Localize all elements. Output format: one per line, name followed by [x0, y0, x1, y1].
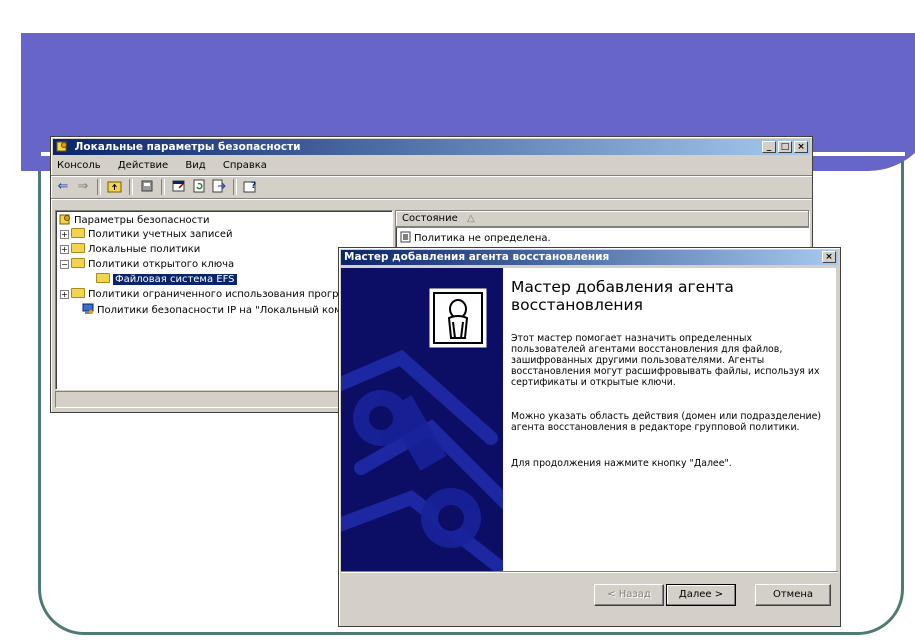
details-row[interactable]: Политика не определена.: [400, 231, 551, 245]
wizard-button-bar: < Назад Далее > Отмена: [341, 571, 838, 612]
tree-item-account-policies[interactable]: + Политики учетных записей: [60, 228, 233, 242]
column-header-status[interactable]: Состояние △: [396, 211, 809, 228]
help-icon[interactable]: ?: [243, 179, 259, 195]
toolbar-separator: [161, 179, 165, 195]
tree-item-local-policies[interactable]: + Локальные политики: [60, 243, 200, 257]
tree-item-ip-security[interactable]: Политики безопасности IP на "Локальный к…: [82, 303, 354, 317]
forward-arrow-icon[interactable]: ⇒: [75, 179, 91, 195]
tree-item-public-key-policies[interactable]: − Политики открытого ключа: [60, 258, 234, 272]
menu-action[interactable]: Действие: [116, 160, 170, 171]
agent-person-icon: [447, 299, 469, 339]
wizard-close-button[interactable]: ×: [822, 251, 836, 263]
folder-icon: [71, 288, 85, 298]
lock-folder-icon: [71, 243, 85, 253]
tree-root-label: Параметры безопасности: [74, 215, 210, 226]
toolbar: ⇐ ⇒ ?: [51, 176, 812, 199]
tree-item-label-selected: Файловая система EFS: [113, 274, 237, 285]
wizard-side-graphic: [341, 268, 503, 571]
tree-item-software-restriction[interactable]: + Политики ограниченного использования пр…: [60, 288, 345, 302]
collapse-icon[interactable]: −: [60, 260, 69, 269]
wizard-heading: Мастер добавления агента восстановления: [511, 278, 734, 314]
wizard-title: Мастер добавления агента восстановления: [344, 251, 610, 263]
up-folder-icon[interactable]: [107, 179, 123, 195]
tree-root[interactable]: Параметры безопасности: [59, 213, 209, 227]
folder-icon: [71, 258, 85, 268]
tree-item-label: Политики открытого ключа: [88, 259, 235, 270]
ip-security-icon: [82, 303, 94, 320]
lock-folder-icon: [71, 228, 85, 238]
wizard-paragraph-2: Можно указать область действия (домен ил…: [511, 411, 822, 433]
menu-help[interactable]: Справка: [221, 160, 269, 171]
tree-item-efs[interactable]: Файловая система EFS: [96, 273, 237, 287]
next-button[interactable]: Далее >: [666, 584, 736, 606]
mmc-title: Локальные параметры безопасности: [74, 141, 301, 153]
cancel-button[interactable]: Отмена: [755, 584, 831, 606]
open-folder-icon: [96, 273, 110, 283]
properties-icon[interactable]: [171, 179, 187, 195]
menu-view[interactable]: Вид: [183, 160, 207, 171]
menu-console[interactable]: Консоль: [55, 160, 103, 171]
expand-icon[interactable]: +: [60, 290, 69, 299]
wizard-titlebar: Мастер добавления агента восстановления …: [341, 250, 838, 265]
refresh-icon[interactable]: [191, 179, 207, 195]
back-arrow-icon[interactable]: ⇐: [55, 179, 71, 195]
wizard-paragraph-3: Для продолжения нажмите кнопку "Далее".: [511, 458, 732, 469]
menu-bar: Консоль Действие Вид Справка: [51, 157, 812, 176]
tree-item-label: Политики учетных записей: [88, 229, 233, 240]
toolbar-separator: [233, 179, 237, 195]
wizard-content: Мастер добавления агента восстановления …: [503, 268, 836, 571]
svg-text:?: ?: [251, 181, 256, 191]
column-header-label: Состояние: [402, 213, 458, 224]
delete-icon[interactable]: [139, 179, 155, 195]
policy-doc-icon: [400, 231, 411, 248]
back-button[interactable]: < Назад: [594, 584, 664, 606]
tree-item-label: Политики безопасности IP на "Локальный к…: [97, 305, 355, 316]
maximize-button[interactable]: □: [778, 141, 792, 153]
expand-icon[interactable]: +: [60, 230, 69, 239]
minimize-button[interactable]: _: [762, 141, 776, 153]
sort-indicator-icon: △: [466, 213, 475, 224]
security-settings-icon: [56, 140, 68, 152]
expand-icon[interactable]: +: [60, 245, 69, 254]
toolbar-separator: [97, 179, 101, 195]
tree-item-label: Локальные политики: [88, 244, 201, 255]
details-row-label: Политика не определена.: [414, 233, 551, 244]
close-button[interactable]: ×: [794, 141, 808, 153]
tree-item-label: Политики ограниченного использования про…: [88, 289, 345, 300]
export-icon[interactable]: [211, 179, 227, 195]
key-watermark-graphic: [341, 268, 503, 571]
wizard-paragraph-1: Этот мастер помогает назначить определен…: [511, 333, 820, 388]
toolbar-separator: [129, 179, 133, 195]
wizard-dialog: Мастер добавления агента восстановления …: [338, 247, 841, 627]
mmc-titlebar: Локальные параметры безопасности _ □ ×: [53, 139, 810, 155]
